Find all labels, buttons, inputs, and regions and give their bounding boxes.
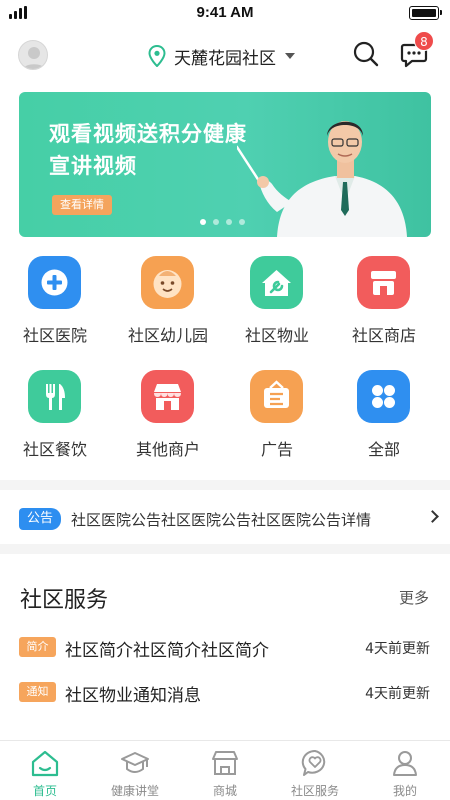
- baby-face-icon: [141, 256, 194, 309]
- graduation-cap-icon: [121, 752, 149, 773]
- shop-icon: [357, 256, 410, 309]
- tab-label: 商城: [212, 784, 237, 798]
- tab-label: 首页: [32, 784, 57, 798]
- community-selector[interactable]: 天麓花园社区: [148, 42, 295, 70]
- location-pin-icon: [148, 45, 166, 67]
- service-other-merchants[interactable]: 其他商户: [113, 364, 223, 464]
- avatar[interactable]: [18, 40, 48, 70]
- service-label: 全部: [367, 440, 400, 459]
- service-label: 社区商店: [351, 326, 416, 345]
- pagination-dot[interactable]: [200, 219, 206, 225]
- service-label: 社区餐饮: [22, 440, 87, 459]
- banner-title-line2: 宣讲视频: [49, 154, 137, 178]
- pagination-dot[interactable]: [239, 219, 245, 225]
- status-bar: 9:41 AM: [0, 0, 450, 26]
- hospital-plus-icon: [28, 256, 81, 309]
- list-item[interactable]: 通知 社区物业通知消息 4天前更新: [0, 678, 450, 708]
- item-title: 社区简介社区简介社区简介: [65, 641, 269, 661]
- message-count-badge: 8: [414, 31, 434, 51]
- storefront-icon: [141, 370, 194, 423]
- notice-bar[interactable]: 公告 社区医院公告社区医院公告社区医院公告详情: [0, 502, 450, 536]
- service-all[interactable]: 全部: [329, 364, 439, 464]
- section-divider: [0, 480, 450, 490]
- chevron-right-icon: [426, 510, 439, 523]
- notice-tag: 公告: [19, 508, 61, 530]
- home-icon: [31, 750, 59, 777]
- heart-chat-icon: [301, 749, 326, 776]
- tab-home[interactable]: 首页: [0, 741, 90, 800]
- banner-pagination[interactable]: [200, 219, 245, 225]
- item-tag: 简介: [19, 637, 56, 657]
- search-button[interactable]: [352, 40, 380, 68]
- more-link[interactable]: 更多: [399, 587, 429, 608]
- service-community-kindergarten[interactable]: 社区幼儿园: [113, 250, 223, 350]
- section-divider: [0, 544, 450, 554]
- top-header: 天麓花园社区: [0, 34, 450, 78]
- community-name: 天麓花园社区: [174, 48, 276, 69]
- service-community-store[interactable]: 社区商店: [329, 250, 439, 350]
- service-community-hospital[interactable]: 社区医院: [0, 250, 110, 350]
- person-icon: [393, 751, 417, 776]
- bottom-tab-bar: 首页 健康讲堂 商城 社区服务 我的: [0, 740, 450, 800]
- item-tag: 通知: [19, 682, 56, 702]
- service-label: 其他商户: [135, 440, 200, 459]
- service-community-dining[interactable]: 社区餐饮: [0, 364, 110, 464]
- doctor-illustration: [237, 121, 407, 237]
- notice-text: 社区医院公告社区医院公告社区医院公告详情: [71, 511, 372, 529]
- service-advertising[interactable]: 广告: [222, 364, 332, 464]
- mall-icon: [212, 751, 238, 775]
- service-label: 广告: [260, 440, 293, 459]
- tab-health-lectures[interactable]: 健康讲堂: [90, 741, 180, 800]
- fork-knife-icon: [28, 370, 81, 423]
- list-item[interactable]: 简介 社区简介社区简介社区简介 4天前更新: [0, 633, 450, 663]
- pagination-dot[interactable]: [213, 219, 219, 225]
- promo-banner[interactable]: 观看视频送积分健康 宣讲视频 查看详情: [19, 92, 431, 237]
- house-wrench-icon: [250, 256, 303, 309]
- tab-label: 健康讲堂: [110, 784, 159, 798]
- tab-label: 我的: [392, 784, 417, 798]
- tab-mall[interactable]: 商城: [180, 741, 270, 800]
- service-label: 社区幼儿园: [127, 326, 208, 345]
- search-icon: [353, 41, 379, 67]
- banner-title-line1: 观看视频送积分健康: [49, 122, 247, 146]
- status-time: 9:41 AM: [196, 4, 254, 21]
- tab-mine[interactable]: 我的: [360, 741, 450, 800]
- tab-community-service[interactable]: 社区服务: [270, 741, 360, 800]
- tab-label: 社区服务: [290, 784, 339, 798]
- battery-icon: [409, 6, 442, 20]
- item-time: 4天前更新: [365, 641, 430, 657]
- pagination-dot[interactable]: [226, 219, 232, 225]
- service-label: 社区医院: [22, 326, 87, 345]
- view-details-button[interactable]: 查看详情: [52, 195, 112, 215]
- section-title: 社区服务: [20, 588, 109, 613]
- avatar-person-icon: [22, 47, 46, 69]
- item-title: 社区物业通知消息: [65, 686, 201, 706]
- ad-board-icon: [250, 370, 303, 423]
- item-time: 4天前更新: [365, 686, 430, 702]
- chevron-down-icon: [285, 53, 295, 59]
- service-label: 社区物业: [244, 326, 309, 345]
- four-squares-icon: [357, 370, 410, 423]
- service-community-property[interactable]: 社区物业: [222, 250, 332, 350]
